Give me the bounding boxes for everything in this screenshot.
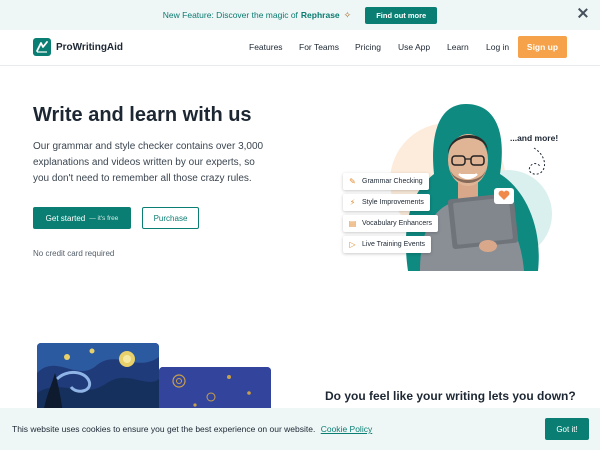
hero-title: Write and learn with us [33,104,252,126]
pencil-icon: ✎ [349,177,356,186]
lightning-icon: ⚡ [349,198,356,207]
get-started-suffix: — it's free [89,214,119,222]
nav-item-for-teams[interactable]: For Teams [299,42,339,52]
no-credit-card-note: No credit card required [33,249,115,258]
logo-mark-icon [33,38,51,56]
feature-label: Vocabulary Enhancers [362,220,433,227]
nav-item-features[interactable]: Features [249,42,283,52]
sign-up-button[interactable]: Sign up [518,36,567,58]
nav-item-log-in[interactable]: Log in [486,42,509,52]
find-out-more-button[interactable]: Find out more [365,6,438,24]
feature-chip-style: ⚡ Style Improvements [343,194,430,211]
feature-label: Grammar Checking [362,178,423,185]
brand-name: ProWritingAid [56,41,124,53]
feature-chip-vocabulary: ▤ Vocabulary Enhancers [343,215,439,232]
starry-night-image [37,343,159,413]
get-started-button[interactable]: Get started — it's free [33,207,131,229]
cookie-banner: This website uses cookies to ensure you … [0,408,600,450]
accept-cookies-button[interactable]: Got it! [545,418,589,440]
announcement-text: New Feature: Discover the magic of [162,10,298,20]
get-started-label: Get started [45,213,86,223]
feature-chip-grammar: ✎ Grammar Checking [343,173,429,190]
feature-chip-training: ▷ Live Training Events [343,236,432,253]
and-more-label: ...and more! [510,133,559,143]
blue-swirl-image [159,367,271,413]
hero-description: Our grammar and style checker contains o… [33,141,264,184]
top-nav: ProWritingAid Features For Teams Pricing… [0,30,600,66]
video-icon: ▷ [349,240,356,249]
announcement-bar: New Feature: Discover the magic of Rephr… [0,0,600,30]
cookie-text: This website uses cookies to ensure you … [12,424,372,434]
purchase-button[interactable]: Purchase [142,207,199,229]
nav-item-use-app[interactable]: Use App [398,42,430,52]
brand-logo[interactable]: ProWritingAid [33,38,123,56]
feature-label: Live Training Events [362,241,426,248]
dashed-arrow-icon [528,147,545,175]
announcement-highlight: Rephrase [300,10,340,20]
cookie-policy-link[interactable]: Cookie Policy [321,424,373,434]
feature-label: Style Improvements [362,199,424,206]
nav-item-pricing[interactable]: Pricing [355,42,381,52]
section2-title: Do you feel like your writing lets you d… [325,389,576,403]
nav-item-learn[interactable]: Learn [447,42,469,52]
book-icon: ▤ [348,219,357,228]
magic-wand-icon: ✧ [343,9,352,20]
close-icon[interactable] [576,7,590,21]
cookie-message: This website uses cookies to ensure you … [12,424,316,434]
